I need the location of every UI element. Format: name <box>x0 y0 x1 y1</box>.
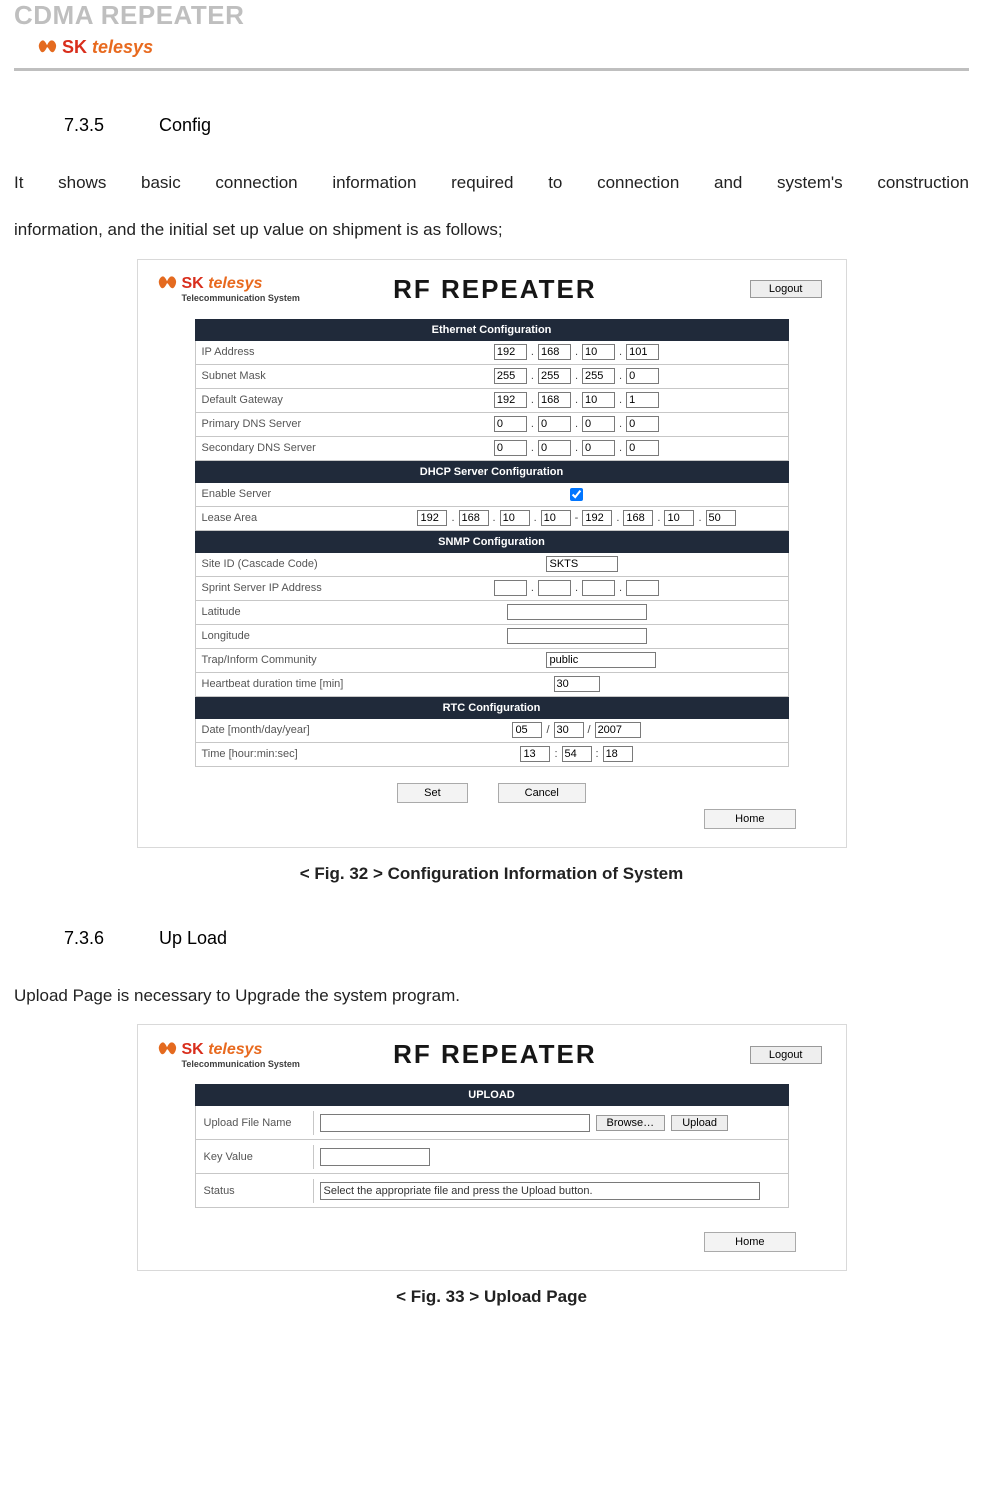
d2-octet-2[interactable] <box>538 440 571 456</box>
gw-octet-4[interactable] <box>626 392 659 408</box>
la-from-4[interactable] <box>541 510 571 526</box>
d2-octet-1[interactable] <box>494 440 527 456</box>
la-to-2[interactable] <box>623 510 653 526</box>
date-month[interactable] <box>512 722 542 738</box>
home-button[interactable]: Home <box>704 809 795 829</box>
butterfly-icon <box>36 39 58 57</box>
heartbeat-label: Heartbeat duration time [min] <box>196 675 366 693</box>
ip-octet-3[interactable] <box>582 344 615 360</box>
dns2-label: Secondary DNS Server <box>196 439 366 457</box>
sprint-octet-3[interactable] <box>582 580 615 596</box>
site-id-input[interactable] <box>546 556 618 572</box>
shot-title: RF REPEATER <box>393 1039 597 1070</box>
brand-text: SK telesys <box>62 37 153 58</box>
butterfly-icon <box>156 1041 178 1059</box>
browse-button[interactable]: Browse… <box>596 1115 666 1131</box>
dns1-label: Primary DNS Server <box>196 415 366 433</box>
gateway-label: Default Gateway <box>196 391 366 409</box>
heartbeat-input[interactable] <box>554 676 600 692</box>
config-paragraph-line2: information, and the initial set up valu… <box>14 211 969 248</box>
ip-label: IP Address <box>196 343 366 361</box>
ip-octet-2[interactable] <box>538 344 571 360</box>
d1-octet-3[interactable] <box>582 416 615 432</box>
time-min[interactable] <box>562 746 592 762</box>
d2-octet-3[interactable] <box>582 440 615 456</box>
upload-button[interactable]: Upload <box>671 1115 728 1131</box>
rtc-config-header: RTC Configuration <box>195 697 789 719</box>
key-value-input[interactable] <box>320 1148 430 1166</box>
home-button[interactable]: Home <box>704 1232 795 1252</box>
upload-paragraph: Upload Page is necessary to Upgrade the … <box>14 977 969 1014</box>
key-value-label: Key Value <box>196 1145 314 1169</box>
brand-logo: SK telesys <box>36 37 969 58</box>
d2-octet-4[interactable] <box>626 440 659 456</box>
date-day[interactable] <box>554 722 584 738</box>
fig33-caption: < Fig. 33 > Upload Page <box>14 1287 969 1307</box>
ip-octet-4[interactable] <box>626 344 659 360</box>
sprint-ip-label: Sprint Server IP Address <box>196 579 366 597</box>
d1-octet-2[interactable] <box>538 416 571 432</box>
la-from-3[interactable] <box>500 510 530 526</box>
shot-brand: SK telesys Telecommunication System <box>156 1041 300 1069</box>
trap-community-input[interactable] <box>546 652 656 668</box>
logout-button[interactable]: Logout <box>750 1046 822 1064</box>
sm-octet-1[interactable] <box>494 368 527 384</box>
cancel-button[interactable]: Cancel <box>498 783 586 803</box>
la-to-3[interactable] <box>664 510 694 526</box>
upload-file-input[interactable] <box>320 1114 590 1132</box>
longitude-input[interactable] <box>507 628 647 644</box>
la-to-4[interactable] <box>706 510 736 526</box>
latitude-input[interactable] <box>507 604 647 620</box>
dhcp-config-header: DHCP Server Configuration <box>195 461 789 483</box>
header-divider <box>14 68 969 71</box>
subnet-label: Subnet Mask <box>196 367 366 385</box>
lease-area-label: Lease Area <box>196 509 366 527</box>
date-year[interactable] <box>595 722 641 738</box>
enable-server-label: Enable Server <box>196 485 366 503</box>
gw-octet-2[interactable] <box>538 392 571 408</box>
fig32-caption: < Fig. 32 > Configuration Information of… <box>14 864 969 884</box>
upload-file-label: Upload File Name <box>196 1111 314 1135</box>
longitude-label: Longitude <box>196 627 366 645</box>
shot-title: RF REPEATER <box>393 274 597 305</box>
la-from-2[interactable] <box>459 510 489 526</box>
trap-community-label: Trap/Inform Community <box>196 651 366 669</box>
time-hour[interactable] <box>520 746 550 762</box>
gw-octet-3[interactable] <box>582 392 615 408</box>
sm-octet-3[interactable] <box>582 368 615 384</box>
d1-octet-4[interactable] <box>626 416 659 432</box>
document-header: CDMA REPEATER SK telesys <box>14 0 969 71</box>
sprint-octet-1[interactable] <box>494 580 527 596</box>
set-button[interactable]: Set <box>397 783 468 803</box>
date-label: Date [month/day/year] <box>196 721 366 739</box>
config-screenshot: SK telesys Telecommunication System RF R… <box>137 259 847 848</box>
shot-brand: SK telesys Telecommunication System <box>156 275 300 303</box>
sm-octet-4[interactable] <box>626 368 659 384</box>
time-sec[interactable] <box>603 746 633 762</box>
sm-octet-2[interactable] <box>538 368 571 384</box>
latitude-label: Latitude <box>196 603 366 621</box>
sprint-octet-4[interactable] <box>626 580 659 596</box>
la-from-1[interactable] <box>417 510 447 526</box>
upload-header: UPLOAD <box>195 1084 789 1106</box>
doc-title: CDMA REPEATER <box>14 0 969 31</box>
time-label: Time [hour:min:sec] <box>196 745 366 763</box>
section-heading-upload: 7.3.6 Up Load <box>64 928 969 949</box>
status-field <box>320 1182 760 1200</box>
section-heading-config: 7.3.5 Config <box>64 115 969 136</box>
enable-server-checkbox[interactable] <box>570 488 583 501</box>
logout-button[interactable]: Logout <box>750 280 822 298</box>
ethernet-config-header: Ethernet Configuration <box>195 319 789 341</box>
config-paragraph-line1: It shows basic connection information re… <box>14 164 969 201</box>
la-to-1[interactable] <box>582 510 612 526</box>
status-label: Status <box>196 1179 314 1203</box>
site-id-label: Site ID (Cascade Code) <box>196 555 366 573</box>
gw-octet-1[interactable] <box>494 392 527 408</box>
d1-octet-1[interactable] <box>494 416 527 432</box>
butterfly-icon <box>156 275 178 293</box>
ip-octet-1[interactable] <box>494 344 527 360</box>
sprint-octet-2[interactable] <box>538 580 571 596</box>
upload-screenshot: SK telesys Telecommunication System RF R… <box>137 1024 847 1271</box>
snmp-config-header: SNMP Configuration <box>195 531 789 553</box>
